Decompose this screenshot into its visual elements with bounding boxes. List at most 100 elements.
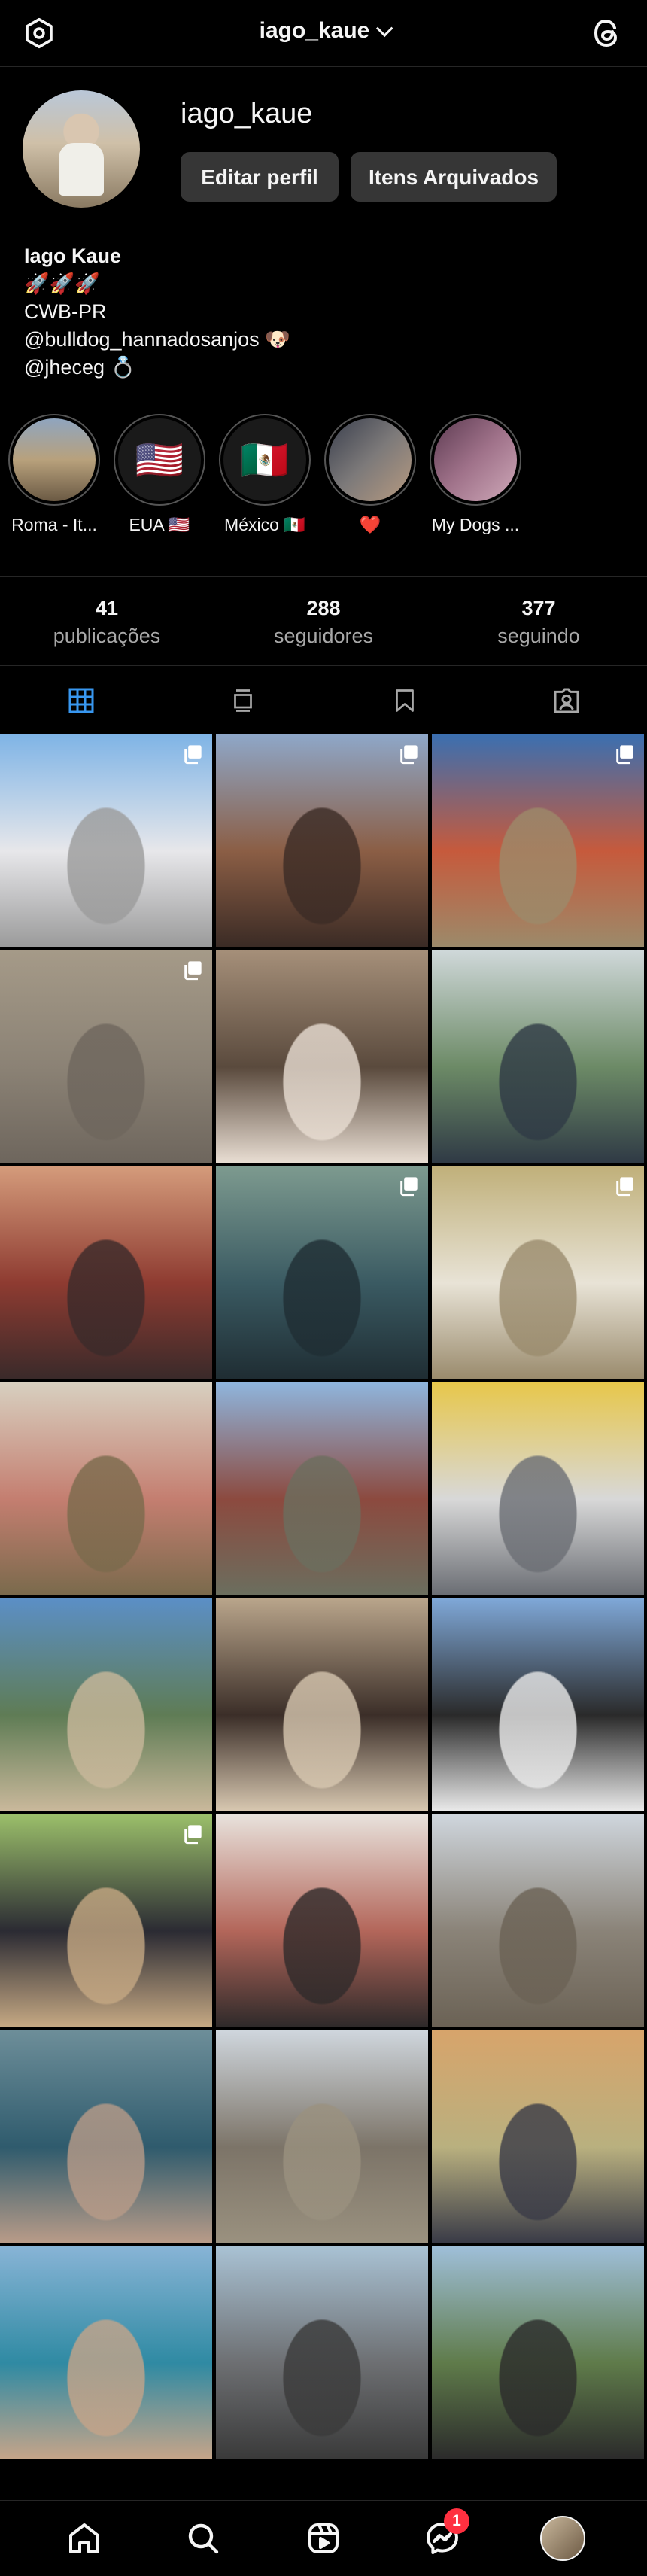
edit-profile-button[interactable]: Editar perfil [181, 152, 339, 202]
post-thumbnail[interactable] [432, 2030, 644, 2243]
flag-mexico-icon: 🇲🇽 [240, 438, 290, 482]
stat-label: publicações [53, 625, 161, 647]
highlight-ring [430, 414, 521, 506]
reels-icon [308, 2523, 339, 2553]
post-thumbnail[interactable] [216, 2246, 428, 2459]
posts-grid [0, 734, 647, 2459]
grid-icon [68, 688, 93, 713]
highlight-label: Roma - It... [11, 515, 97, 534]
highlight-roma[interactable]: Roma - It... [2, 414, 107, 535]
highlight-ring: 🇺🇸 [114, 414, 205, 506]
nav-reels[interactable] [301, 2516, 346, 2561]
post-thumbnail[interactable] [0, 1166, 212, 1379]
post-thumbnail[interactable] [432, 950, 644, 1163]
home-icon [69, 2523, 99, 2553]
post-thumbnail[interactable] [0, 2030, 212, 2243]
post-thumbnail[interactable] [0, 734, 212, 947]
chevron-down-icon [376, 20, 393, 38]
feed-icon [233, 689, 252, 712]
post-thumbnail[interactable] [216, 1598, 428, 1811]
post-thumbnail[interactable] [216, 1382, 428, 1595]
post-thumbnail[interactable] [432, 2246, 644, 2459]
highlight-ring [8, 414, 100, 506]
highlight-label: ❤️ [359, 515, 381, 534]
stat-followers[interactable]: 288 seguidores [248, 597, 399, 648]
post-thumbnail[interactable] [432, 1166, 644, 1379]
highlight-cover: 🇲🇽 [223, 418, 306, 501]
post-thumbnail[interactable] [432, 1598, 644, 1811]
stat-value: 288 [306, 597, 341, 619]
highlight-mexico[interactable]: 🇲🇽 México 🇲🇽 [212, 414, 317, 535]
multiple-photos-icon [614, 1175, 635, 1197]
profile-name: Iago Kaue [24, 245, 122, 267]
multiple-photos-icon [398, 1175, 419, 1197]
post-thumbnail[interactable] [216, 1814, 428, 2027]
profile-username: iago_kaue [181, 98, 313, 129]
profile-bio: Iago Kaue 🚀🚀🚀 CWB-PR @bulldog_hannadosan… [24, 242, 290, 382]
stat-value: 41 [95, 597, 119, 619]
post-thumbnail[interactable] [216, 950, 428, 1163]
tagged-icon [554, 688, 579, 713]
bio-line: 🚀🚀🚀 [24, 272, 100, 295]
highlight-my-dogs[interactable]: My Dogs ... [423, 414, 528, 535]
search-icon [188, 2523, 219, 2554]
nav-search[interactable] [181, 2516, 226, 2561]
highlight-cover [13, 418, 96, 501]
bio-mention-link[interactable]: @bulldog_hannadosanjos 🐶 [24, 326, 290, 354]
tab-feed[interactable] [162, 666, 324, 735]
tab-tagged[interactable] [485, 666, 647, 735]
stat-posts[interactable]: 41 publicações [32, 597, 182, 648]
post-thumbnail[interactable] [432, 734, 644, 947]
bio-mention-link[interactable]: @jheceg 💍 [24, 354, 290, 382]
post-thumbnail[interactable] [432, 1814, 644, 2027]
story-highlights: Roma - It... 🇺🇸 EUA 🇺🇸 🇲🇽 México 🇲🇽 ❤️ M… [0, 414, 647, 542]
profile-stats: 41 publicações 288 seguidores 377 seguin… [0, 576, 647, 666]
post-thumbnail[interactable] [216, 734, 428, 947]
highlight-label: EUA 🇺🇸 [129, 515, 190, 534]
post-thumbnail[interactable] [0, 950, 212, 1163]
tab-grid[interactable] [0, 666, 162, 737]
highlight-cover: 🇺🇸 [118, 418, 201, 501]
nav-messages[interactable]: 1 [420, 2508, 469, 2561]
messages-badge: 1 [444, 2508, 469, 2534]
post-thumbnail[interactable] [432, 1382, 644, 1595]
post-thumbnail[interactable] [0, 1814, 212, 2027]
post-thumbnail[interactable] [0, 1598, 212, 1811]
bottom-navigation: 1 [0, 2500, 647, 2576]
username-switcher[interactable]: iago_kaue [0, 18, 647, 44]
multiple-photos-icon [182, 744, 203, 765]
highlight-cover [329, 418, 412, 501]
tab-saved[interactable] [324, 666, 485, 735]
highlight-ring [324, 414, 416, 506]
highlight-label: México 🇲🇽 [224, 515, 305, 534]
stat-label: seguidores [273, 625, 374, 647]
archived-items-button[interactable]: Itens Arquivados [351, 152, 557, 202]
threads-icon[interactable] [588, 15, 624, 51]
bio-line: CWB-PR [24, 300, 107, 323]
profile-avatar [540, 2516, 585, 2561]
highlight-label: My Dogs ... [431, 515, 520, 534]
multiple-photos-icon [398, 744, 419, 765]
header-username: iago_kaue [259, 18, 370, 43]
nav-home[interactable] [62, 2516, 107, 2561]
saved-icon [395, 689, 414, 712]
flag-usa-icon: 🇺🇸 [135, 438, 184, 482]
post-thumbnail[interactable] [216, 1166, 428, 1379]
profile-tabs [0, 665, 647, 737]
multiple-photos-icon [614, 744, 635, 765]
stat-value: 377 [521, 597, 556, 619]
post-thumbnail[interactable] [0, 1382, 212, 1595]
stat-label: seguindo [497, 625, 580, 647]
highlight-cover [434, 418, 517, 501]
profile-avatar[interactable] [23, 90, 140, 208]
multiple-photos-icon [182, 1823, 203, 1845]
highlight-eua[interactable]: 🇺🇸 EUA 🇺🇸 [107, 414, 212, 535]
post-thumbnail[interactable] [0, 2246, 212, 2459]
highlight-ring: 🇲🇽 [219, 414, 311, 506]
stat-following[interactable]: 377 seguindo [463, 597, 614, 648]
top-bar: iago_kaue [0, 0, 647, 67]
multiple-photos-icon [182, 960, 203, 981]
highlight-heart[interactable]: ❤️ [317, 414, 423, 535]
post-thumbnail[interactable] [216, 2030, 428, 2243]
nav-profile[interactable] [540, 2516, 585, 2561]
